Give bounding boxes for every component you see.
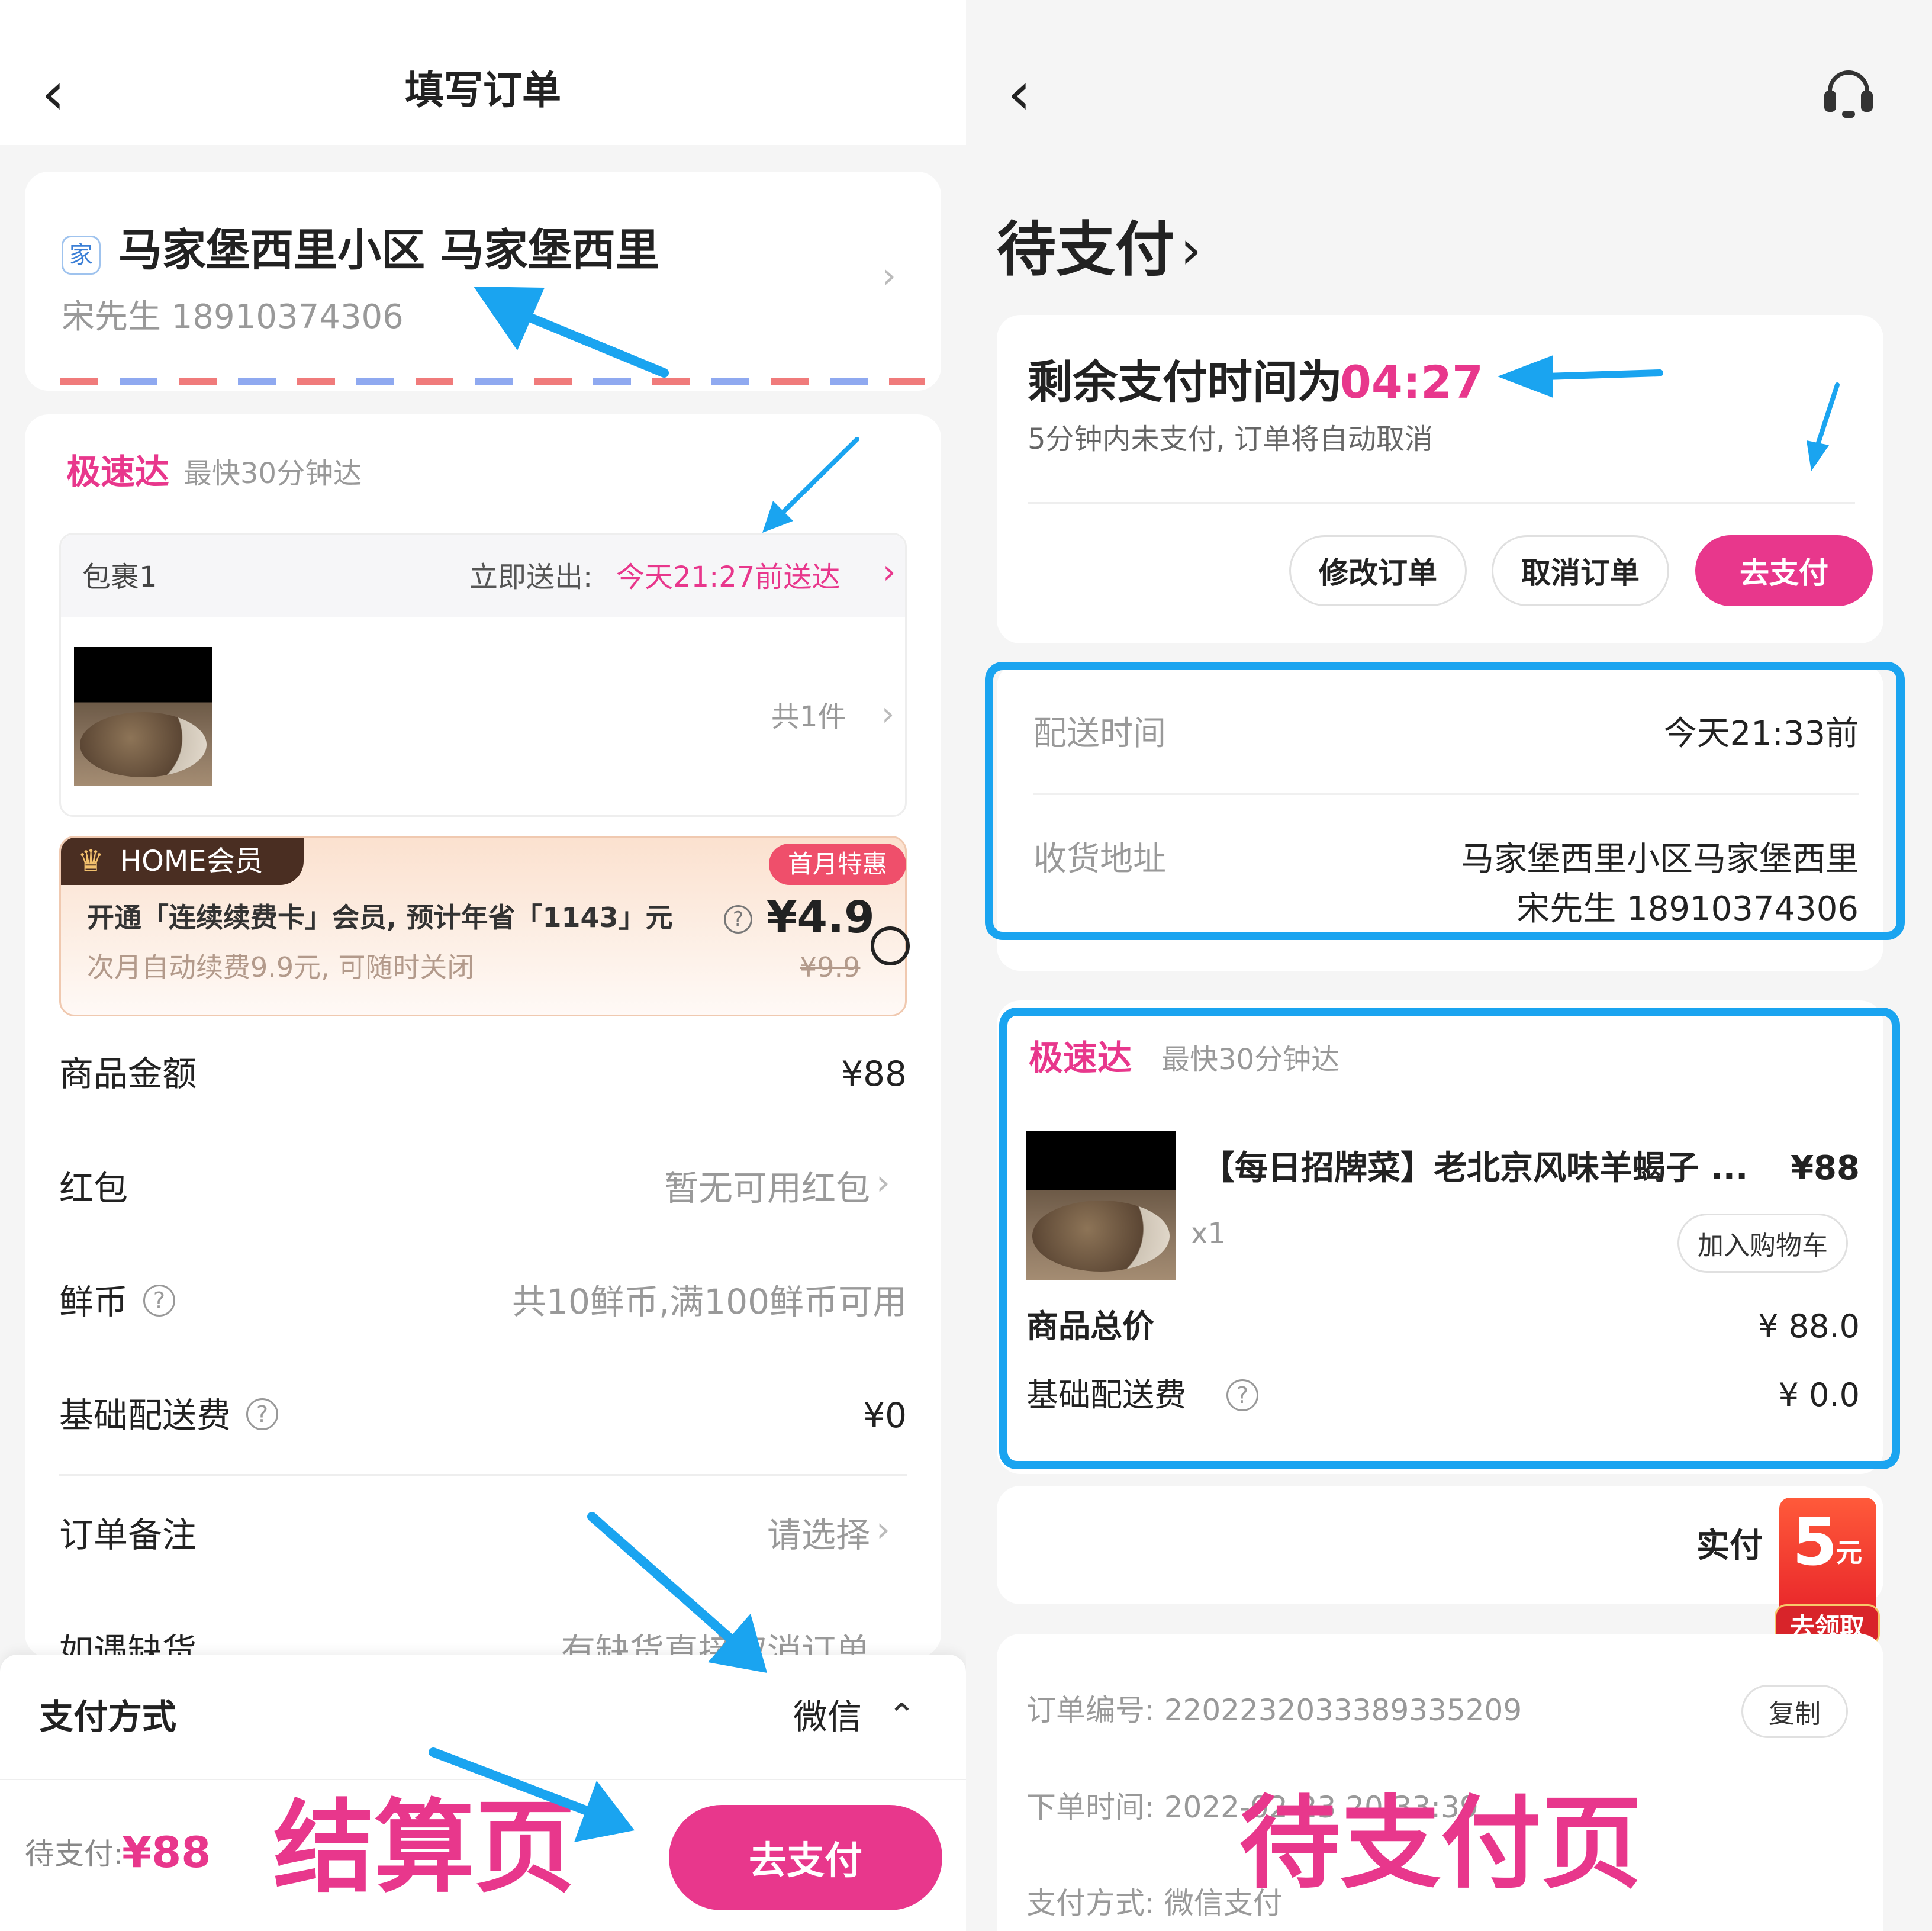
order-note-value[interactable]: 请选择 <box>767 1518 870 1552</box>
help-icon: ? <box>143 1285 175 1317</box>
checkout-annotation: 结算页 <box>273 1790 576 1907</box>
home-tag: 家 <box>62 236 101 275</box>
member-promo[interactable]: ♛ HOME会员 首月特惠 开通「连续续费卡」会员, 预计年省「1143」元 ?… <box>59 836 910 1016</box>
payment-value: 微信 <box>793 1697 862 1737</box>
order-number: 订单编号: 2202232033389335209 <box>1026 1693 1522 1727</box>
coin-label: 鲜币 <box>59 1282 128 1322</box>
member-old-price: ¥9.9 <box>800 951 861 983</box>
package-box: 包裹1 立即送出: 今天21:27前送达 › 共1件 › <box>59 533 907 817</box>
pending-amount: ¥88 <box>122 1827 211 1877</box>
pending-payment-screen: ‹ 待支付 › 剩余支付时间为 04:27 5分钟内未支付, 订单将自动取消 修… <box>966 0 1932 1931</box>
modify-order-button[interactable]: 修改订单 <box>1289 535 1467 606</box>
coin-value: 共10鲜币,满100鲜币可用 <box>512 1282 907 1322</box>
chevron-right-icon: › <box>882 255 896 297</box>
coupon-unit: 元 <box>1836 1538 1862 1568</box>
red-packet-value[interactable]: 暂无可用红包 <box>664 1171 870 1205</box>
divider <box>1028 502 1855 504</box>
cancel-order-button[interactable]: 取消订单 <box>1492 535 1669 606</box>
coupon-float[interactable]: 5 元 去领取 <box>1775 1498 1880 1646</box>
express-name: 极速达 <box>66 452 170 492</box>
crown-icon: ♛ <box>78 844 104 878</box>
actual-label: 实付 <box>1696 1527 1763 1565</box>
goods-amount-label: 商品金额 <box>59 1054 197 1094</box>
package-header[interactable]: 包裹1 立即送出: 今天21:27前送达 › <box>61 535 905 617</box>
shipping-fee-value: ¥0 <box>863 1395 907 1436</box>
member-price: ¥4.9 <box>767 892 875 943</box>
promo-badge: 首月特惠 <box>769 844 906 885</box>
divider <box>59 1474 907 1476</box>
payment-label: 支付方式 <box>39 1697 177 1737</box>
chevron-right-icon: › <box>883 553 896 591</box>
help-icon: ? <box>246 1398 278 1430</box>
chevron-right-icon: › <box>876 1509 890 1550</box>
pay-button[interactable]: 去支付 <box>669 1805 942 1910</box>
send-prefix: 立即送出: <box>469 561 593 594</box>
page-title: 填写订单 <box>405 67 561 113</box>
product-thumbnail <box>74 647 212 786</box>
item-count[interactable]: 共1件 <box>771 703 846 731</box>
pending-annotation: 待支付页 <box>1239 1785 1643 1903</box>
countdown-value: 04:27 <box>1340 356 1483 408</box>
chevron-right-icon: › <box>1180 219 1202 281</box>
checkout-footer: 待支付: ¥88 结算页 去支付 <box>0 1779 966 1931</box>
address-line: 马家堡西里小区 马家堡西里 <box>118 225 659 276</box>
red-packet-label: 红包 <box>59 1168 128 1208</box>
chevron-up-icon: ⌃ <box>888 1697 916 1735</box>
help-icon: ? <box>724 905 752 934</box>
package-label: 包裹1 <box>82 561 157 594</box>
goods-amount-value: ¥88 <box>841 1054 907 1094</box>
member-radio[interactable] <box>871 926 910 966</box>
member-subdesc: 次月自动续费9.9元, 可随时关闭 <box>87 951 475 983</box>
coupon-amount: 5 <box>1792 1504 1838 1580</box>
actual-pay-card: 实付 <box>997 1486 1883 1604</box>
countdown-prefix: 剩余支付时间为 <box>1028 356 1342 408</box>
highlight-box <box>999 1008 1900 1469</box>
highlight-box <box>985 662 1905 940</box>
checkout-screen: ‹ 填写订单 家 马家堡西里小区 马家堡西里 宋先生 18910374306 ›… <box>0 0 966 1931</box>
pay-button[interactable]: 去支付 <box>1695 535 1873 606</box>
checkout-header: ‹ 填写订单 <box>0 0 966 145</box>
address-contact: 宋先生 18910374306 <box>62 298 404 336</box>
back-icon[interactable]: ‹ <box>1007 64 1031 123</box>
chevron-right-icon: › <box>876 1162 890 1203</box>
order-card: 极速达 最快30分钟达 包裹1 立即送出: 今天21:27前送达 › 共1件 ›… <box>25 414 941 1668</box>
headset-icon[interactable] <box>1824 68 1873 118</box>
shipping-fee-label: 基础配送费 <box>59 1395 231 1436</box>
cancel-notice: 5分钟内未支付, 订单将自动取消 <box>1028 423 1434 456</box>
copy-button[interactable]: 复制 <box>1741 1685 1848 1738</box>
member-badge-bg: ♛ HOME会员 <box>61 838 304 885</box>
send-time: 今天21:27前送达 <box>616 561 841 594</box>
member-badge: HOME会员 <box>120 845 263 878</box>
member-desc: 开通「连续续费卡」会员, 预计年省「1143」元 <box>87 902 673 934</box>
status-title[interactable]: 待支付 <box>997 220 1174 279</box>
countdown-card: 剩余支付时间为 04:27 5分钟内未支付, 订单将自动取消 修改订单 取消订单… <box>997 315 1883 643</box>
express-note: 最快30分钟达 <box>183 457 362 490</box>
pending-label: 待支付: <box>25 1837 124 1871</box>
airmail-stripe <box>60 378 925 385</box>
order-note-label: 订单备注 <box>59 1515 197 1555</box>
payment-method-bar[interactable]: 支付方式 微信 ⌃ <box>0 1655 966 1779</box>
chevron-right-icon: › <box>881 695 895 733</box>
address-card[interactable]: 家 马家堡西里小区 马家堡西里 宋先生 18910374306 › <box>25 172 941 391</box>
